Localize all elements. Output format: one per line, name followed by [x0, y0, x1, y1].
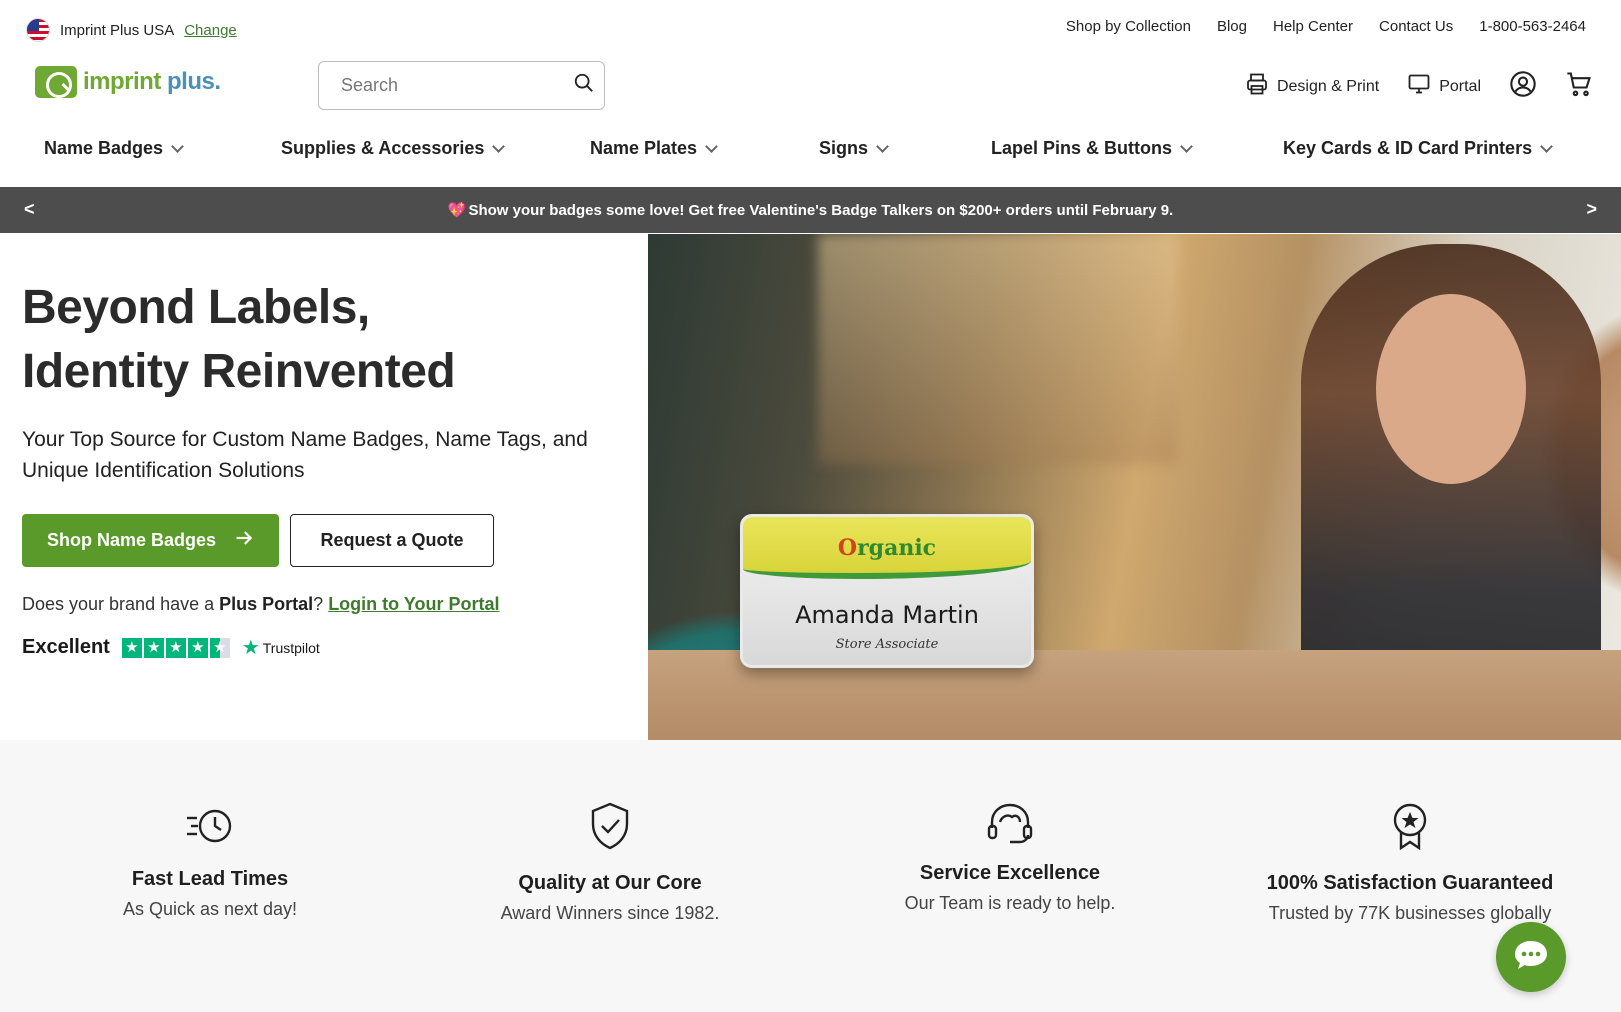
printer-icon — [1245, 72, 1269, 101]
hero-cta-row: Shop Name Badges Request a Quote — [22, 514, 632, 567]
trustpilot-star-icon: ★ — [241, 637, 260, 659]
badge-brand: Organic — [837, 535, 937, 561]
star-icon: ★ — [187, 637, 208, 658]
login-portal-link[interactable]: Login to Your Portal — [328, 594, 499, 614]
design-print-link[interactable]: Design & Print — [1245, 72, 1379, 101]
clock-speed-icon — [20, 806, 400, 846]
utility-bar: Imprint Plus USA Change Shop by Collecti… — [0, 0, 1621, 58]
blog-link[interactable]: Blog — [1217, 18, 1247, 35]
promo-banner: < 💖 Show your badges some love! Get free … — [0, 187, 1621, 233]
feature-title: Fast Lead Times — [131, 868, 289, 890]
nav-name-badges[interactable]: Name Badges — [44, 138, 184, 159]
phone-number-link[interactable]: 1-800-563-2464 — [1479, 18, 1586, 35]
hero-bg-shelves — [818, 234, 1178, 464]
feature-desc: As Quick as next day! — [122, 899, 298, 919]
badge-person-name: Amanda Martin — [795, 601, 979, 629]
star-icon: ★ — [165, 637, 186, 658]
logo-mark-icon — [35, 66, 77, 98]
hero-image: Organic Amanda Martin Store Associate — [648, 234, 1621, 740]
search-icon[interactable] — [573, 72, 595, 99]
badge-role: Store Associate — [835, 637, 939, 652]
account-icon[interactable] — [1509, 70, 1537, 103]
feature-service: Service Excellence Our Team is ready to … — [820, 802, 1200, 914]
region-label: Imprint Plus USA — [60, 21, 175, 39]
portal-prompt: Does your brand have a Plus Portal? Logi… — [22, 594, 500, 614]
chevron-down-icon — [171, 139, 184, 153]
chevron-down-icon — [876, 139, 889, 153]
chevron-down-icon — [492, 139, 506, 153]
search-input[interactable] — [341, 75, 573, 96]
request-quote-button[interactable]: Request a Quote — [290, 514, 494, 567]
headset-icon — [820, 802, 1200, 846]
nav-supplies-accessories[interactable]: Supplies & Accessories — [281, 138, 506, 159]
shield-check-icon — [420, 802, 800, 850]
feature-fast-lead-times: Fast Lead Times As Quick as next day! — [20, 806, 400, 920]
promo-prev-button[interactable]: < — [24, 199, 35, 220]
us-flag-icon — [26, 18, 50, 42]
hero-person-face — [1376, 294, 1526, 484]
chevron-down-icon — [1540, 139, 1553, 153]
trust-stars: ★ ★ ★ ★ ★ — [121, 637, 230, 658]
trustpilot-widget[interactable]: Excellent ★ ★ ★ ★ ★ ★ Trustpilot — [22, 635, 632, 660]
heart-icon: 💖 — [447, 202, 467, 219]
trust-rating-word: Excellent — [22, 636, 110, 658]
portal-label: Portal — [1439, 77, 1481, 95]
award-ribbon-icon — [1220, 802, 1600, 850]
shop-name-badges-button[interactable]: Shop Name Badges — [22, 514, 279, 567]
feature-title: Quality at Our Core — [518, 872, 702, 894]
hero-title: Beyond Labels, Identity Reinvented — [22, 281, 456, 398]
design-print-label: Design & Print — [1276, 77, 1380, 95]
chat-button[interactable] — [1496, 922, 1566, 992]
change-region-link[interactable]: Change — [184, 22, 237, 39]
feature-desc: Our Team is ready to help. — [904, 893, 1116, 913]
hero-content: Beyond Labels, Identity Reinvented Your … — [22, 276, 632, 660]
utility-links: Shop by Collection Blog Help Center Cont… — [1066, 18, 1586, 35]
promo-text: 💖 Show your badges some love! Get free Va… — [447, 202, 1174, 219]
arrow-right-icon — [234, 528, 254, 553]
nav-lapel-pins-buttons[interactable]: Lapel Pins & Buttons — [991, 138, 1193, 159]
promo-next-button[interactable]: > — [1586, 199, 1597, 220]
logo-wordmark: imprint plus. — [83, 68, 221, 95]
star-icon: ★ — [121, 637, 142, 658]
features-section: Fast Lead Times As Quick as next day! Qu… — [0, 740, 1621, 1012]
region-selector: Imprint Plus USA Change — [26, 18, 237, 42]
feature-satisfaction: 100% Satisfaction Guaranteed Trusted by … — [1220, 802, 1600, 924]
shop-by-collection-link[interactable]: Shop by Collection — [1066, 18, 1191, 35]
help-center-link[interactable]: Help Center — [1273, 18, 1353, 35]
feature-title: 100% Satisfaction Guaranteed — [1266, 872, 1554, 894]
chat-bubble-icon — [1513, 939, 1549, 976]
nav-name-plates[interactable]: Name Plates — [590, 138, 718, 159]
feature-desc: Trusted by 77K businesses globally — [1268, 903, 1552, 923]
nav-key-cards-id-printers[interactable]: Key Cards & ID Card Printers — [1283, 138, 1553, 159]
cart-icon[interactable] — [1565, 70, 1593, 103]
monitor-icon — [1407, 72, 1431, 101]
star-icon: ★ — [143, 637, 164, 658]
chevron-down-icon — [705, 139, 718, 153]
name-badge-sample: Organic Amanda Martin Store Associate — [740, 514, 1034, 668]
main-navigation: Name Badges Supplies & Accessories Name … — [0, 130, 1621, 170]
feature-desc: Award Winners since 1982. — [500, 903, 720, 923]
contact-us-link[interactable]: Contact Us — [1379, 18, 1453, 35]
feature-quality: Quality at Our Core Award Winners since … — [420, 802, 800, 924]
portal-link[interactable]: Portal — [1407, 72, 1481, 101]
account-actions: Design & Print Portal — [1245, 70, 1593, 103]
chevron-down-icon — [1180, 139, 1193, 153]
hero-subtitle: Your Top Source for Custom Name Badges, … — [22, 428, 588, 482]
star-half-icon: ★ — [209, 637, 230, 658]
feature-title: Service Excellence — [919, 862, 1101, 884]
nav-signs[interactable]: Signs — [819, 138, 889, 159]
site-logo[interactable]: imprint plus. — [35, 66, 221, 98]
search-box — [318, 61, 605, 110]
trustpilot-logo: ★ Trustpilot — [241, 637, 320, 659]
